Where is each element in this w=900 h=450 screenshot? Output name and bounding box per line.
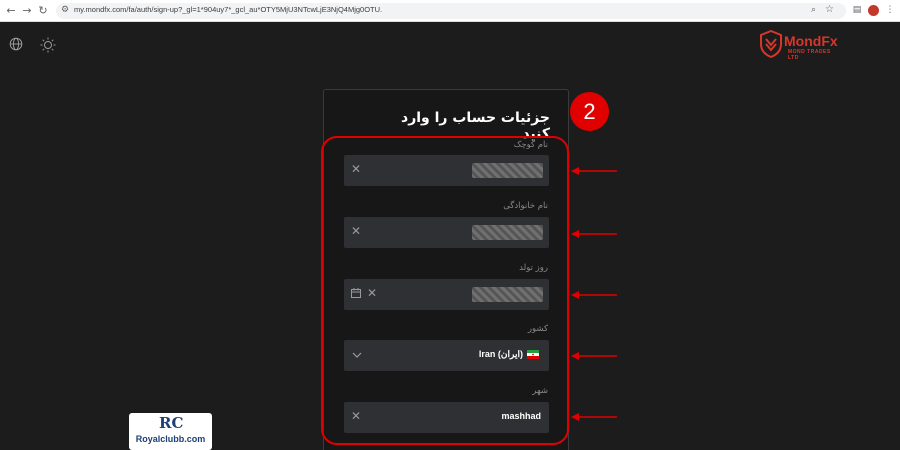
country-label: کشور xyxy=(527,324,548,334)
sun-icon[interactable] xyxy=(40,37,56,53)
clear-icon[interactable]: ✕ xyxy=(366,287,378,299)
first-name-label: نام کوچک xyxy=(513,140,548,150)
watermark-text: Royalclubb.com xyxy=(135,434,206,444)
mondfx-logo[interactable]: MondFx MOND TRADES LTD xyxy=(758,30,843,61)
zoom-icon[interactable]: ⌕ xyxy=(811,5,816,15)
annotation-arrow-icon xyxy=(571,230,617,238)
clear-icon[interactable]: ✕ xyxy=(350,225,362,237)
globe-icon[interactable] xyxy=(9,37,23,51)
chevron-down-icon[interactable] xyxy=(352,351,362,359)
city-field[interactable]: ✕ mashhad xyxy=(344,402,549,433)
last-name-field[interactable]: ✕ xyxy=(344,217,549,248)
redacted-value xyxy=(472,225,543,240)
city-label: شهر xyxy=(532,386,548,396)
back-icon[interactable]: ← xyxy=(4,4,18,18)
redacted-value xyxy=(472,287,543,302)
annotation-arrow-icon xyxy=(571,291,617,299)
watermark-mark: RC xyxy=(159,414,184,432)
birth-date-field[interactable]: ✕ xyxy=(344,279,549,310)
calendar-icon[interactable] xyxy=(351,288,361,298)
logo-subtitle: MOND TRADES LTD xyxy=(788,49,831,61)
annotation-arrow-icon xyxy=(571,413,617,421)
profile-avatar[interactable] xyxy=(868,5,879,16)
forward-icon[interactable]: → xyxy=(20,4,34,18)
address-bar[interactable]: ⚙ my.mondfx.com/fa/auth/sign-up?_gl=1*90… xyxy=(56,3,846,19)
last-name-label: نام خانوادگی xyxy=(503,201,548,211)
browser-toolbar: ← → ↻ ⚙ my.mondfx.com/fa/auth/sign-up?_g… xyxy=(0,0,900,22)
first-name-field[interactable]: ✕ xyxy=(344,155,549,186)
birth-date-label: روز تولد xyxy=(519,263,548,273)
step-badge: 2 xyxy=(570,92,609,131)
clear-icon[interactable]: ✕ xyxy=(350,410,362,422)
extensions-icon[interactable]: ▤ xyxy=(851,4,863,16)
clear-icon[interactable]: ✕ xyxy=(350,163,362,175)
logo-name: MondFx xyxy=(784,33,838,49)
url-text[interactable]: my.mondfx.com/fa/auth/sign-up?_gl=1*904u… xyxy=(74,5,382,14)
watermark-logo: RC Royalclubb.com xyxy=(129,413,212,450)
iran-flag-icon xyxy=(527,350,539,359)
shield-logo-icon xyxy=(760,30,782,58)
bookmark-star-icon[interactable]: ☆ xyxy=(825,4,834,15)
menu-icon[interactable]: ⋮ xyxy=(884,4,896,16)
country-value: Iran (ایران) xyxy=(478,349,523,359)
city-value: mashhad xyxy=(501,411,541,421)
annotation-arrow-icon xyxy=(571,352,617,360)
annotation-arrow-icon xyxy=(571,167,617,175)
redacted-value xyxy=(472,163,543,178)
country-select[interactable]: Iran (ایران) xyxy=(344,340,549,371)
reload-icon[interactable]: ↻ xyxy=(36,4,50,18)
site-info-icon[interactable]: ⚙ xyxy=(61,5,69,15)
